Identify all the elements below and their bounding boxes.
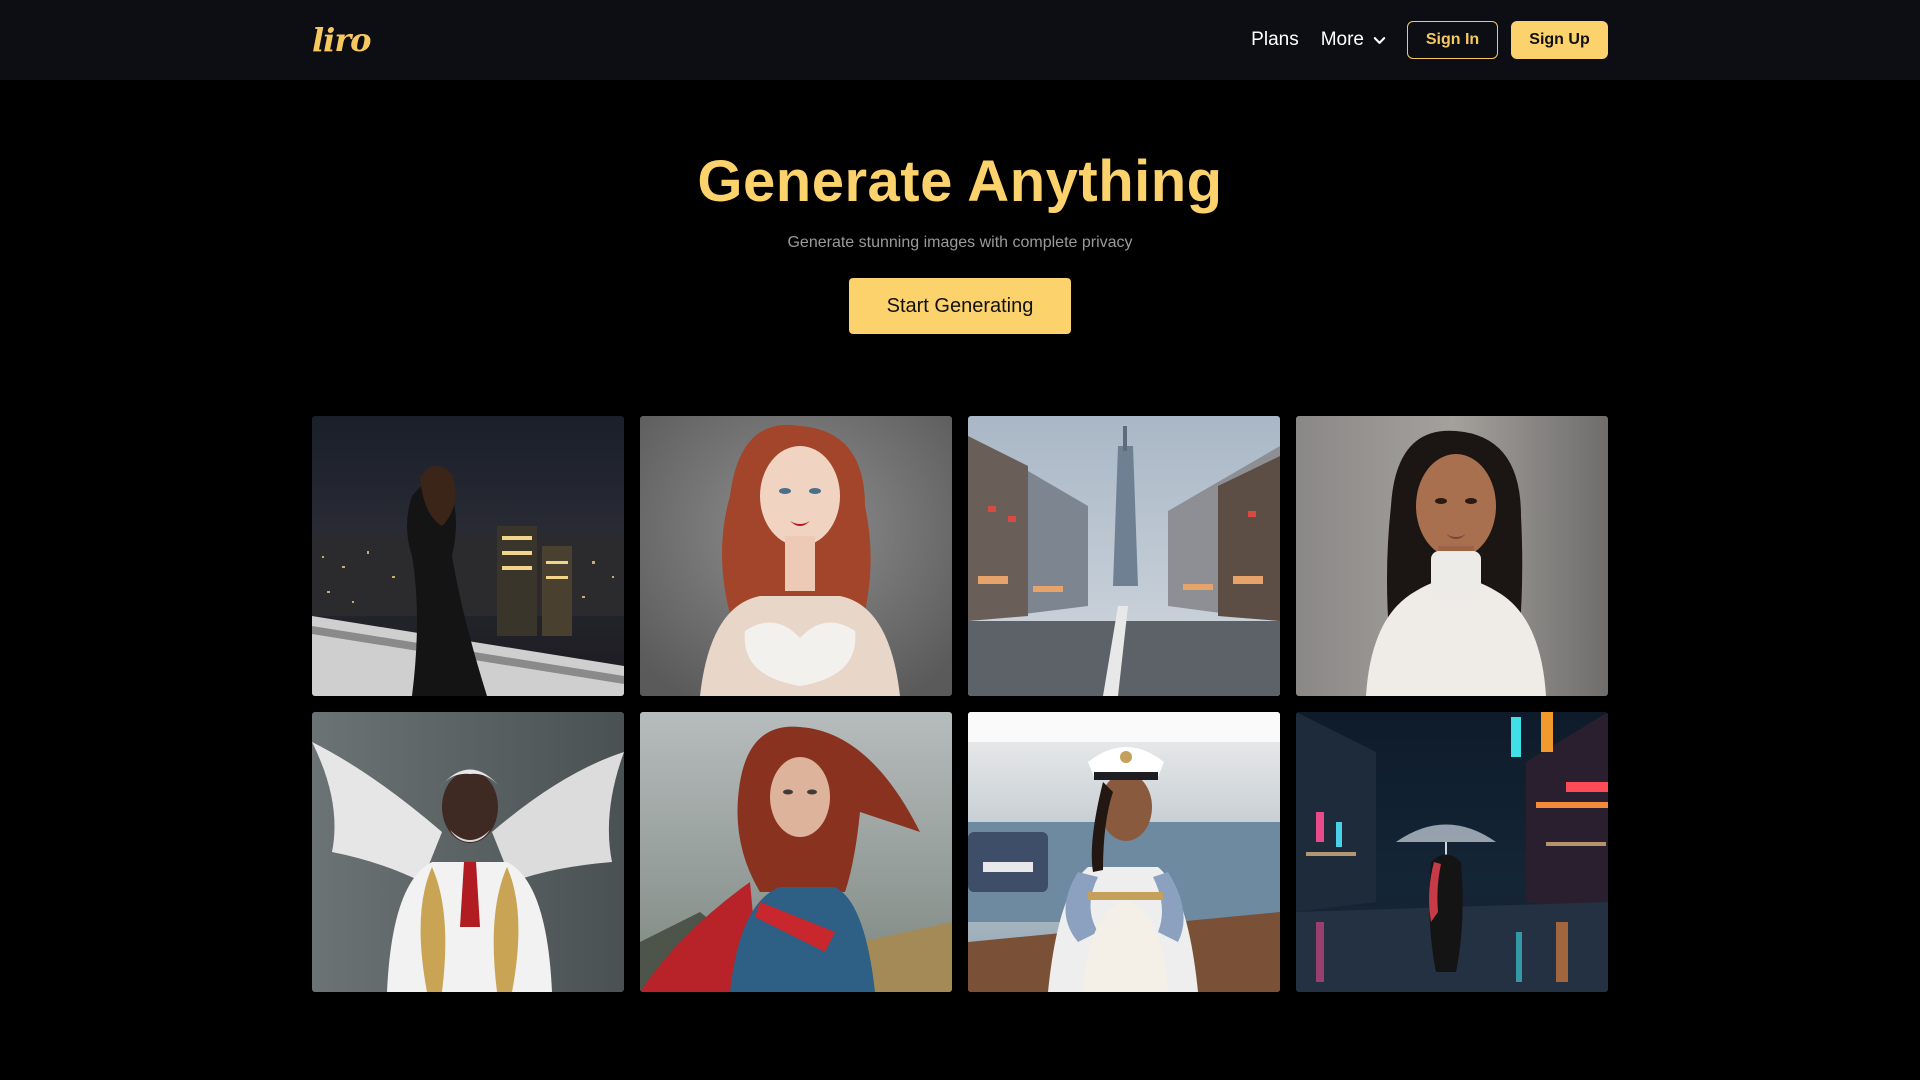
- winged-man-image: [312, 712, 624, 992]
- gallery-image-white-top-portrait[interactable]: [1296, 416, 1608, 696]
- superhero-image: [640, 712, 952, 992]
- rooftop-night-image: [312, 416, 624, 696]
- gallery-image-city-street[interactable]: [968, 416, 1280, 696]
- gallery-image-neon-street[interactable]: [1296, 712, 1608, 992]
- navbar-inner: liro Plans More Sign In Sign Up: [312, 0, 1608, 80]
- gallery-image-redhead-portrait[interactable]: [640, 416, 952, 696]
- more-menu[interactable]: More: [1321, 29, 1387, 51]
- logo[interactable]: liro: [312, 24, 372, 56]
- page-title: Generate Anything: [697, 149, 1223, 214]
- nav-right: Plans More Sign In Sign Up: [1251, 21, 1608, 59]
- gallery-image-winged-man[interactable]: [312, 712, 624, 992]
- plans-link[interactable]: Plans: [1251, 29, 1299, 51]
- chevron-down-icon: [1373, 36, 1386, 44]
- neon-street-image: [1296, 712, 1608, 992]
- start-generating-button[interactable]: Start Generating: [849, 277, 1071, 334]
- hero: Generate Anything Generate stunning imag…: [0, 150, 1920, 334]
- navbar: liro Plans More Sign In Sign Up: [0, 0, 1920, 80]
- yacht-captain-image: [968, 712, 1280, 992]
- gallery-image-superhero[interactable]: [640, 712, 952, 992]
- gallery-image-yacht-captain[interactable]: [968, 712, 1280, 992]
- more-label: More: [1320, 29, 1364, 50]
- sign-in-button[interactable]: Sign In: [1407, 21, 1498, 59]
- city-street-image: [968, 416, 1280, 696]
- hero-subtitle: Generate stunning images with complete p…: [787, 233, 1133, 251]
- redhead-portrait-image: [640, 416, 952, 696]
- image-gallery: [312, 416, 1608, 992]
- white-top-portrait-image: [1296, 416, 1608, 696]
- gallery-image-rooftop-night[interactable]: [312, 416, 624, 696]
- sign-up-button[interactable]: Sign Up: [1511, 21, 1608, 59]
